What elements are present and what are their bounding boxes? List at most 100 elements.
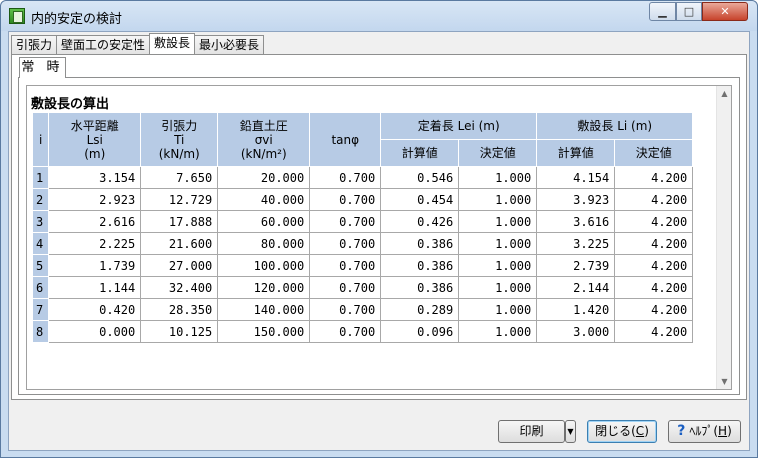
header-sigma: 鉛直土圧 σvi (kN/m²)	[217, 112, 311, 167]
table-row[interactable]: 8 0.000 10.125 150.000 0.700 0.096 1.000…	[31, 320, 694, 343]
cell-lei-calc[interactable]: 0.289	[380, 298, 460, 321]
cell-lsi[interactable]: 1.739	[48, 254, 142, 277]
cell-ti[interactable]: 10.125	[140, 320, 219, 343]
print-button[interactable]: 印刷	[498, 420, 565, 443]
cell-lei-decided[interactable]: 1.000	[458, 298, 538, 321]
maximize-button[interactable]: □	[676, 2, 702, 21]
title-bar[interactable]: 内的安定の検討 ▁ □ ✕	[1, 1, 757, 31]
cell-li-decided[interactable]: 4.200	[614, 298, 694, 321]
tab-laying-length[interactable]: 敷設長	[149, 33, 196, 54]
cell-sigma[interactable]: 20.000	[217, 166, 311, 189]
cell-sigma[interactable]: 80.000	[217, 232, 311, 255]
cell-li-calc[interactable]: 3.225	[536, 232, 616, 255]
cell-sigma[interactable]: 60.000	[217, 210, 311, 233]
cell-lei-decided[interactable]: 1.000	[458, 210, 538, 233]
close-button[interactable]: 閉じる(C)	[587, 420, 657, 443]
header-lsi: 水平距離 Lsi (m)	[48, 112, 142, 167]
vertical-scrollbar[interactable]: ▲ ▼	[716, 86, 731, 389]
tab-tension[interactable]: 引張力	[11, 35, 58, 54]
cell-lei-calc[interactable]: 0.096	[380, 320, 460, 343]
cell-lsi[interactable]: 2.616	[48, 210, 142, 233]
cell-tan[interactable]: 0.700	[309, 210, 382, 233]
header-sigma-line3: (kN/m²)	[240, 146, 287, 161]
cell-lsi[interactable]: 3.154	[48, 166, 142, 189]
cell-lsi[interactable]: 1.144	[48, 276, 142, 299]
tab-wall-stability[interactable]: 壁面工の安定性	[56, 35, 151, 54]
cell-sigma[interactable]: 100.000	[217, 254, 311, 277]
cell-li-calc[interactable]: 4.154	[536, 166, 616, 189]
cell-sigma[interactable]: 40.000	[217, 188, 311, 211]
cell-ti[interactable]: 32.400	[140, 276, 219, 299]
table-row[interactable]: 7 0.420 28.350 140.000 0.700 0.289 1.000…	[31, 298, 694, 321]
cell-tan[interactable]: 0.700	[309, 298, 382, 321]
cell-ti[interactable]: 28.350	[140, 298, 219, 321]
cell-ti[interactable]: 17.888	[140, 210, 219, 233]
cell-ti[interactable]: 27.000	[140, 254, 219, 277]
cell-lsi[interactable]: 2.923	[48, 188, 142, 211]
cell-li-decided[interactable]: 4.200	[614, 210, 694, 233]
cell-sigma[interactable]: 120.000	[217, 276, 311, 299]
cell-tan[interactable]: 0.700	[309, 166, 382, 189]
cell-tan[interactable]: 0.700	[309, 276, 382, 299]
cell-ti[interactable]: 21.600	[140, 232, 219, 255]
tab-panel: 常 時 敷設長の算出 i 水平距離 Lsi (m) 引張力 Ti (kN/m) …	[11, 54, 747, 400]
table-row[interactable]: 2 2.923 12.729 40.000 0.700 0.454 1.000 …	[31, 188, 694, 211]
cell-ti[interactable]: 7.650	[140, 166, 219, 189]
table-row[interactable]: 1 3.154 7.650 20.000 0.700 0.546 1.000 4…	[31, 166, 694, 189]
cell-lei-calc[interactable]: 0.546	[380, 166, 460, 189]
cell-lsi[interactable]: 0.420	[48, 298, 142, 321]
cell-lsi[interactable]: 0.000	[48, 320, 142, 343]
cell-lei-calc[interactable]: 0.386	[380, 232, 460, 255]
cell-lei-decided[interactable]: 1.000	[458, 254, 538, 277]
header-li-decided: 決定値	[614, 139, 694, 167]
cell-li-calc[interactable]: 3.923	[536, 188, 616, 211]
cell-lei-calc[interactable]: 0.426	[380, 210, 460, 233]
cell-li-calc[interactable]: 3.000	[536, 320, 616, 343]
cell-li-decided[interactable]: 4.200	[614, 188, 694, 211]
close-window-button[interactable]: ✕	[702, 2, 748, 21]
cell-tan[interactable]: 0.700	[309, 320, 382, 343]
cell-lei-decided[interactable]: 1.000	[458, 166, 538, 189]
cell-lei-calc[interactable]: 0.454	[380, 188, 460, 211]
cell-tan[interactable]: 0.700	[309, 254, 382, 277]
cell-li-decided[interactable]: 4.200	[614, 166, 694, 189]
cell-lei-decided[interactable]: 1.000	[458, 276, 538, 299]
scroll-up-icon[interactable]: ▲	[717, 86, 732, 101]
print-dropdown-icon[interactable]: ▼	[565, 420, 576, 443]
cell-lei-decided[interactable]: 1.000	[458, 320, 538, 343]
cell-lei-calc[interactable]: 0.386	[380, 276, 460, 299]
cell-li-calc[interactable]: 3.616	[536, 210, 616, 233]
subtab-normal[interactable]: 常 時	[19, 57, 66, 78]
cell-li-decided[interactable]: 4.200	[614, 276, 694, 299]
help-button[interactable]: ? ﾍﾙﾌﾟ(H)	[668, 420, 741, 443]
cell-tan[interactable]: 0.700	[309, 232, 382, 255]
tab-min-required-length[interactable]: 最小必要長	[194, 35, 265, 54]
minimize-button[interactable]: ▁	[649, 2, 676, 21]
cell-li-calc[interactable]: 2.739	[536, 254, 616, 277]
cell-li-decided[interactable]: 4.200	[614, 320, 694, 343]
cell-li-calc[interactable]: 1.420	[536, 298, 616, 321]
cell-li-decided[interactable]: 4.200	[614, 254, 694, 277]
subtab-panel: 敷設長の算出 i 水平距離 Lsi (m) 引張力 Ti (kN/m) 鉛直土圧…	[18, 77, 740, 395]
cell-lei-calc[interactable]: 0.386	[380, 254, 460, 277]
cell-tan[interactable]: 0.700	[309, 188, 382, 211]
help-accelerator: H	[718, 424, 728, 438]
table-row[interactable]: 5 1.739 27.000 100.000 0.700 0.386 1.000…	[31, 254, 694, 277]
cell-ti[interactable]: 12.729	[140, 188, 219, 211]
cell-lei-decided[interactable]: 1.000	[458, 188, 538, 211]
help-label-prefix: ﾍﾙﾌﾟ(	[689, 424, 719, 438]
table-row[interactable]: 6 1.144 32.400 120.000 0.700 0.386 1.000…	[31, 276, 694, 299]
table-row[interactable]: 3 2.616 17.888 60.000 0.700 0.426 1.000 …	[31, 210, 694, 233]
cell-li-decided[interactable]: 4.200	[614, 232, 694, 255]
cell-lsi[interactable]: 2.225	[48, 232, 142, 255]
table-row[interactable]: 4 2.225 21.600 80.000 0.700 0.386 1.000 …	[31, 232, 694, 255]
cell-lei-decided[interactable]: 1.000	[458, 232, 538, 255]
header-ti-line2: Ti	[174, 132, 185, 147]
cell-sigma[interactable]: 140.000	[217, 298, 311, 321]
cell-sigma[interactable]: 150.000	[217, 320, 311, 343]
cell-li-calc[interactable]: 2.144	[536, 276, 616, 299]
results-scroll-area[interactable]: 敷設長の算出 i 水平距離 Lsi (m) 引張力 Ti (kN/m) 鉛直土圧…	[26, 85, 732, 390]
header-sigma-line2: σvi	[254, 132, 273, 147]
row-index: 5	[31, 254, 50, 277]
scroll-down-icon[interactable]: ▼	[717, 374, 732, 389]
